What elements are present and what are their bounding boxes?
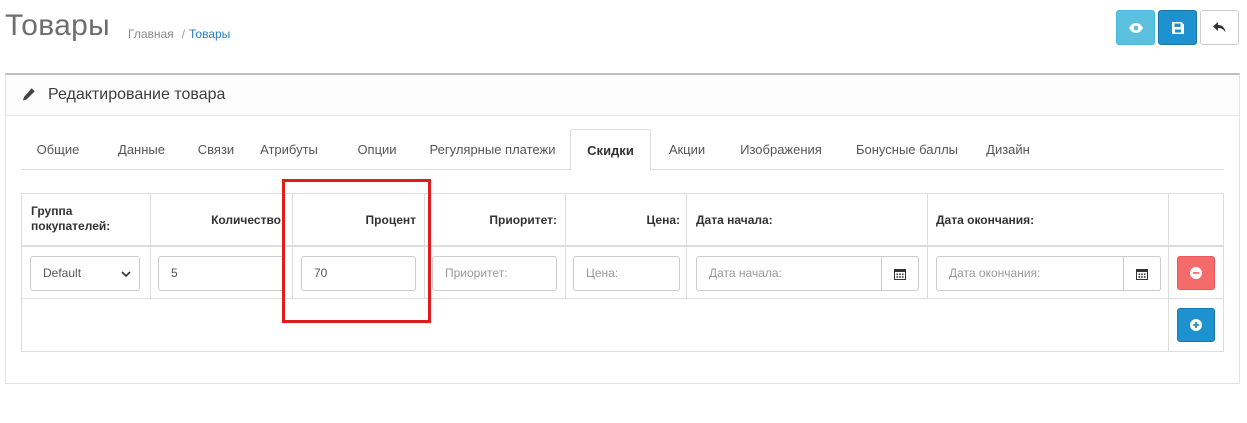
back-button[interactable] [1200, 10, 1239, 45]
header-price: Цена: [646, 213, 680, 227]
header-date-end: Дата окончания: [936, 213, 1035, 227]
save-button[interactable] [1158, 10, 1197, 45]
preview-button[interactable] [1116, 10, 1155, 45]
reply-icon [1213, 22, 1226, 33]
date-start-calendar-button[interactable] [881, 256, 919, 291]
tab-images[interactable]: Изображения [729, 129, 833, 170]
header-quantity: Количество: [211, 213, 285, 227]
calendar-icon [894, 268, 906, 280]
tab-general[interactable]: Общие [22, 129, 94, 170]
add-discount-button[interactable] [1177, 308, 1215, 342]
price-input[interactable]: Цена: [573, 256, 680, 291]
priority-input[interactable]: Приоритет: [432, 256, 557, 291]
edit-product-panel: Редактирование товара Общие Данные Связи… [5, 73, 1240, 384]
minus-circle-icon [1190, 267, 1202, 279]
header-customer-group: Группа покупателей: [31, 204, 111, 233]
chevron-down-icon [121, 270, 131, 277]
percent-input[interactable]: 70 [301, 256, 416, 291]
page-header: Товары Главная / Товары [0, 0, 1247, 60]
date-end-input[interactable]: Дата окончания: [936, 256, 1161, 291]
tab-specials[interactable]: Акции [656, 129, 718, 170]
tab-design[interactable]: Дизайн [976, 129, 1040, 170]
tab-options[interactable]: Опции [346, 129, 408, 170]
pencil-icon [23, 88, 35, 101]
page-title: Товары [5, 9, 110, 42]
tab-attributes[interactable]: Атрибуты [252, 129, 326, 170]
save-icon [1171, 21, 1184, 34]
quantity-input[interactable]: 5 [158, 256, 285, 291]
header-priority: Приоритет: [489, 213, 557, 227]
calendar-icon [1136, 268, 1148, 280]
breadcrumb-separator: / [181, 27, 186, 41]
header-percent: Процент [365, 213, 416, 227]
date-end-calendar-button[interactable] [1123, 256, 1161, 291]
breadcrumb-current-link[interactable]: Товары [189, 27, 230, 41]
eye-icon [1128, 22, 1143, 33]
tab-reward-points[interactable]: Бонусные баллы [844, 129, 970, 170]
discount-table: Группа покупателей: Количество: Процент … [21, 193, 1224, 352]
header-date-start: Дата начала: [696, 213, 773, 227]
customer-group-select[interactable]: Default [30, 256, 140, 291]
tab-links[interactable]: Связи [186, 129, 246, 170]
tab-bar: Общие Данные Связи Атрибуты Опции Регуля… [22, 129, 1224, 171]
breadcrumb-home-link[interactable]: Главная [128, 27, 174, 41]
tab-recurring[interactable]: Регулярные платежи [420, 129, 565, 170]
tab-data[interactable]: Данные [100, 129, 183, 170]
date-start-input[interactable]: Дата начала: [696, 256, 919, 291]
breadcrumb: Главная / Товары [128, 27, 230, 41]
remove-discount-button[interactable] [1177, 256, 1215, 290]
tab-discounts[interactable]: Скидки [570, 129, 651, 171]
plus-circle-icon [1190, 319, 1202, 331]
panel-heading: Редактирование товара [6, 75, 1239, 116]
panel-title: Редактирование товара [48, 86, 226, 103]
